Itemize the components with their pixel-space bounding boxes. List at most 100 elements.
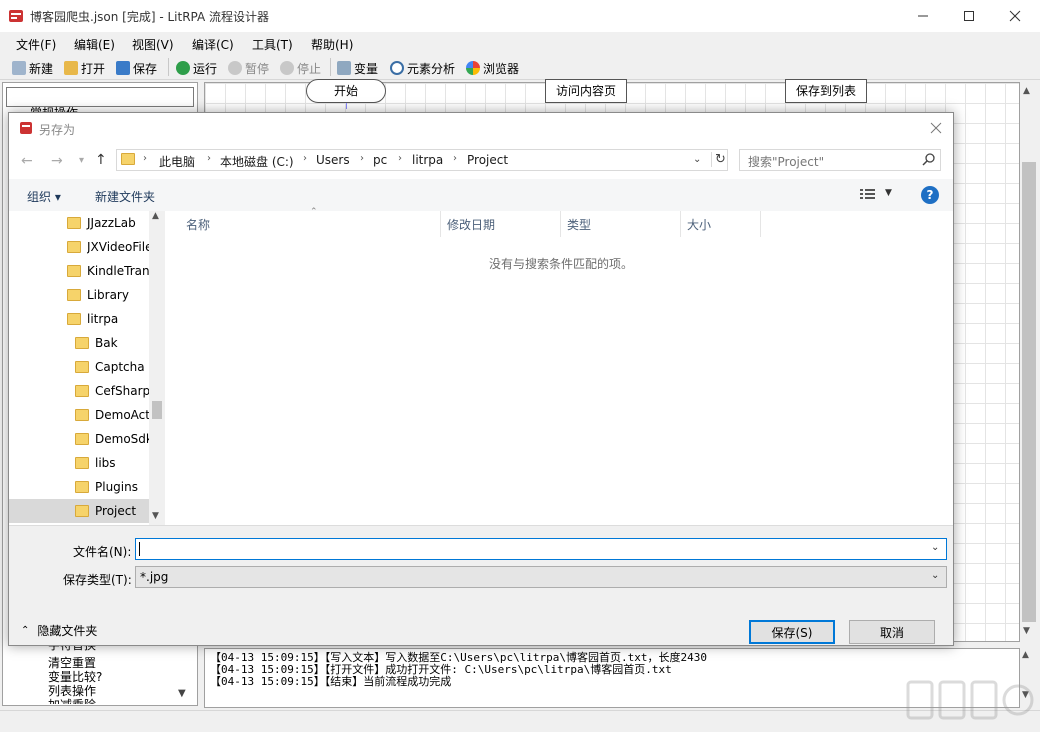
dialog-title: 另存为 bbox=[39, 121, 75, 138]
maximize-button[interactable] bbox=[946, 0, 992, 32]
new-button[interactable]: 新建 bbox=[12, 59, 53, 77]
save-toolbar-button[interactable]: 保存 bbox=[116, 59, 157, 77]
tree-item[interactable]: Bak bbox=[75, 331, 118, 355]
column-header-type[interactable]: 类型 bbox=[561, 211, 681, 237]
pause-icon bbox=[228, 61, 242, 75]
stop-icon bbox=[280, 61, 294, 75]
new-folder-button[interactable]: 新建文件夹 bbox=[95, 188, 155, 205]
search-input[interactable]: 搜索"Project" bbox=[739, 149, 941, 171]
variables-icon bbox=[337, 61, 351, 75]
log-panel: 【04-13 15:09:15】【写入文本】写入数据至C:\Users\pc\l… bbox=[204, 648, 1020, 708]
view-dropdown-icon[interactable]: ▼ bbox=[885, 188, 892, 198]
log-line: 【04-13 15:09:15】【结束】当前流程成功完成 bbox=[210, 676, 1019, 688]
menu-help[interactable]: 帮助(H) bbox=[311, 36, 353, 53]
save-button[interactable]: 保存(S) bbox=[749, 620, 835, 644]
status-bar bbox=[0, 710, 1040, 732]
tree-item[interactable]: DemoSdk bbox=[75, 427, 149, 451]
tree-item-selected[interactable]: Project bbox=[75, 499, 136, 523]
menu-edit[interactable]: 编辑(E) bbox=[74, 36, 115, 53]
menu-compile[interactable]: 编译(C) bbox=[192, 36, 234, 53]
tree-item[interactable]: libs bbox=[75, 451, 116, 475]
back-arrow-icon[interactable]: ← bbox=[21, 153, 33, 169]
scroll-thumb[interactable] bbox=[1022, 162, 1036, 622]
tree-item[interactable]: Captcha bbox=[75, 355, 145, 379]
canvas-scrollbar[interactable]: ▲ ▼ bbox=[1020, 82, 1038, 642]
breadcrumb-pc[interactable]: pc bbox=[373, 153, 387, 167]
menu-view[interactable]: 视图(V) bbox=[132, 36, 174, 53]
refresh-icon[interactable]: ↻ bbox=[711, 152, 726, 167]
tree-item[interactable]: Plugins bbox=[75, 475, 138, 499]
file-list[interactable]: ⌃ 名称 修改日期 类型 大小 没有与搜索条件匹配的项。 bbox=[166, 211, 953, 525]
window-title: 博客园爬虫.json [完成] - LitRPA 流程设计器 bbox=[30, 8, 269, 25]
open-button[interactable]: 打开 bbox=[64, 59, 105, 77]
help-icon[interactable]: ? bbox=[921, 186, 939, 204]
forward-arrow-icon[interactable]: → bbox=[51, 153, 63, 169]
breadcrumb-users[interactable]: Users bbox=[316, 153, 350, 167]
dialog-close-button[interactable] bbox=[929, 121, 943, 135]
view-options-icon[interactable] bbox=[859, 187, 877, 201]
column-header-size[interactable]: 大小 bbox=[681, 211, 761, 237]
breadcrumb-this-pc[interactable]: 此电脑 bbox=[159, 153, 195, 170]
stop-button[interactable]: 停止 bbox=[280, 59, 321, 77]
tree-item[interactable]: JJazzLab bbox=[67, 211, 136, 235]
recent-locations-icon[interactable]: ▾ bbox=[79, 155, 84, 166]
new-file-icon bbox=[12, 61, 26, 75]
tree-item[interactable]: JXVideoFile bbox=[67, 235, 151, 259]
column-header-name[interactable]: 名称 bbox=[180, 211, 441, 237]
flow-node-save-list[interactable]: 保存到列表 bbox=[785, 79, 867, 103]
navigation-scrollbar[interactable]: ▲ ▼ bbox=[149, 211, 165, 525]
scroll-up-icon[interactable]: ▲ bbox=[152, 211, 159, 221]
address-bar[interactable]: › 此电脑 › 本地磁盘 (C:) › Users › pc › litrpa … bbox=[116, 149, 728, 171]
column-header-date[interactable]: 修改日期 bbox=[441, 211, 561, 237]
chevron-right-icon: › bbox=[143, 153, 147, 164]
log-scroll-up-icon[interactable]: ▲ bbox=[1022, 650, 1029, 660]
breadcrumb-drive[interactable]: 本地磁盘 (C:) bbox=[220, 153, 294, 170]
organize-button[interactable]: 组织 ▾ bbox=[27, 188, 61, 205]
scroll-up-icon[interactable]: ▲ bbox=[1023, 86, 1030, 96]
chevron-right-icon: › bbox=[453, 153, 457, 164]
toolbox-item[interactable]: 加减乘除 bbox=[48, 696, 96, 704]
dialog-title-bar: 另存为 bbox=[9, 113, 953, 145]
scroll-thumb[interactable] bbox=[152, 401, 162, 419]
tree-item[interactable]: DemoAct bbox=[75, 403, 149, 427]
menu-tools[interactable]: 工具(T) bbox=[252, 36, 293, 53]
browser-button[interactable]: 浏览器 bbox=[466, 59, 519, 77]
text-cursor bbox=[139, 542, 140, 556]
close-icon bbox=[1009, 10, 1021, 22]
element-analysis-button[interactable]: 元素分析 bbox=[390, 59, 455, 77]
variables-button[interactable]: 变量 bbox=[337, 59, 378, 77]
chevron-down-icon[interactable]: ⌄ bbox=[931, 542, 939, 553]
scroll-down-icon[interactable]: ▼ bbox=[1023, 626, 1030, 636]
run-button[interactable]: 运行 bbox=[176, 59, 217, 77]
toolbox-category[interactable]: 常规操作 bbox=[30, 104, 78, 112]
close-button[interactable] bbox=[992, 0, 1038, 32]
hide-folders-toggle[interactable]: ⌃ 隐藏文件夹 bbox=[21, 622, 97, 639]
minimize-button[interactable] bbox=[900, 0, 946, 32]
flow-node-visit-page[interactable]: 访问内容页 bbox=[545, 79, 627, 103]
dialog-app-icon bbox=[19, 121, 33, 135]
filetype-select[interactable]: *.jpg ⌄ bbox=[135, 566, 947, 588]
navigation-pane: JJazzLab JXVideoFile KindleTran Library … bbox=[9, 211, 165, 525]
tree-item[interactable]: CefSharp bbox=[75, 379, 149, 403]
filename-label: 文件名(N): bbox=[73, 543, 131, 560]
menu-file[interactable]: 文件(F) bbox=[16, 36, 56, 53]
menu-bar: 文件(F) 编辑(E) 视图(V) 编译(C) 工具(T) 帮助(H) bbox=[0, 32, 1040, 54]
maximize-icon bbox=[963, 10, 975, 22]
tree-item[interactable]: litrpa bbox=[67, 307, 118, 331]
breadcrumb-project[interactable]: Project bbox=[467, 153, 508, 167]
flow-node-start[interactable]: 开始 bbox=[306, 79, 386, 103]
chevron-right-icon: › bbox=[398, 153, 402, 164]
toolbar: 新建 打开 保存 运行 暂停 停止 变量 元素分析 浏览器 bbox=[0, 54, 1040, 80]
up-arrow-icon[interactable]: ↑ bbox=[95, 152, 107, 168]
chevron-down-icon: ⌄ bbox=[931, 570, 939, 581]
pause-button[interactable]: 暂停 bbox=[228, 59, 269, 77]
tree-item[interactable]: Library bbox=[67, 283, 129, 307]
cancel-button[interactable]: 取消 bbox=[849, 620, 935, 644]
breadcrumb-litrpa[interactable]: litrpa bbox=[412, 153, 443, 167]
toolbox-scroll-down-icon[interactable]: ▼ bbox=[178, 688, 186, 699]
address-dropdown-icon[interactable]: ⌄ bbox=[693, 154, 701, 165]
filename-input[interactable]: ⌄ bbox=[135, 538, 947, 560]
scroll-down-icon[interactable]: ▼ bbox=[152, 511, 159, 521]
tree-item[interactable]: KindleTran bbox=[67, 259, 151, 283]
app-icon bbox=[8, 8, 24, 24]
